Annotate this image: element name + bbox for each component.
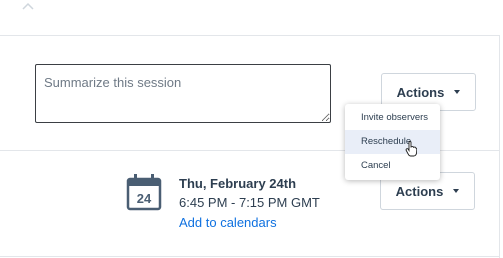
previous-row — [0, 0, 500, 36]
summary-input[interactable] — [35, 64, 331, 123]
calendar-day: 24 — [137, 191, 152, 206]
chevron-up-icon — [22, 2, 34, 10]
calendar-icon: 24 — [126, 174, 162, 211]
menu-item-invite-observers[interactable]: Invite observers — [345, 106, 440, 130]
hand-pointer-icon — [405, 141, 417, 157]
session-time: 6:45 PM - 7:15 PM GMT — [179, 195, 320, 210]
menu-item-reschedule[interactable]: Reschedule — [345, 130, 440, 154]
session-date: Thu, February 24th — [179, 176, 297, 191]
actions-button-label: Actions — [396, 84, 445, 100]
add-to-calendars-link[interactable]: Add to calendars — [179, 215, 277, 230]
row-divider — [0, 256, 500, 257]
actions-dropdown-menu: Invite observers Reschedule Cancel — [345, 104, 440, 180]
caret-down-icon — [453, 189, 460, 193]
actions-button-label: Actions — [395, 183, 444, 199]
menu-item-cancel[interactable]: Cancel — [345, 154, 440, 178]
caret-down-icon — [454, 90, 461, 94]
